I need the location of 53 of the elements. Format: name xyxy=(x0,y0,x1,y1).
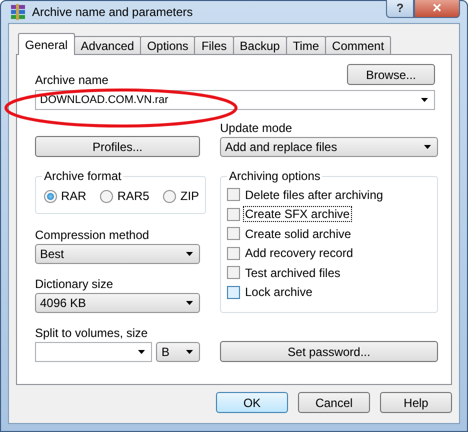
dialog-button[interactable]: Cancel xyxy=(298,392,370,413)
dropdown[interactable]: 4096 KB xyxy=(35,293,200,313)
caret-icon xyxy=(424,145,431,149)
checkbox[interactable] xyxy=(227,208,240,221)
dropdown[interactable]: Best xyxy=(35,244,200,264)
dialog-button[interactable]: Help xyxy=(380,392,452,413)
radio-button[interactable] xyxy=(44,190,57,202)
radio-label: RAR5 xyxy=(117,189,150,203)
checkbox-label: Delete files after archiving xyxy=(244,188,384,202)
radio-label: ZIP xyxy=(180,189,200,203)
books-icon xyxy=(10,4,26,20)
tab[interactable]: General xyxy=(18,33,75,55)
checkbox[interactable] xyxy=(227,266,240,280)
checkbox[interactable] xyxy=(227,227,240,240)
group-title: Archiving options xyxy=(228,169,322,183)
browse-button[interactable]: Browse... xyxy=(347,64,435,85)
set-password-button[interactable]: Set password... xyxy=(220,341,438,362)
tab[interactable]: Options xyxy=(140,36,196,55)
caret-icon xyxy=(421,98,428,102)
field-label: Update mode xyxy=(220,121,294,135)
dropdown[interactable]: Add and replace files xyxy=(220,137,438,157)
volume-size-field[interactable] xyxy=(35,342,152,362)
profiles-button[interactable]: Profiles... xyxy=(35,136,200,157)
checkbox[interactable] xyxy=(227,188,240,202)
tab[interactable]: Files xyxy=(194,36,234,55)
tab[interactable]: Time xyxy=(286,36,326,55)
caret-icon xyxy=(186,301,193,305)
checkbox-label: Test archived files xyxy=(244,266,342,280)
archive-name-field[interactable]: DOWNLOAD.COM.VN.rar xyxy=(35,90,435,110)
checkbox-label: Create SFX archive xyxy=(244,207,351,222)
tab[interactable]: Advanced xyxy=(74,36,142,55)
field-label: Dictionary size xyxy=(35,277,114,291)
caret-icon xyxy=(186,350,193,354)
checkbox-label: Lock archive xyxy=(244,285,314,300)
tab[interactable]: Comment xyxy=(325,36,392,55)
checkbox[interactable] xyxy=(227,246,240,260)
window-title: Archive name and parameters xyxy=(32,5,194,19)
checkbox[interactable] xyxy=(227,286,240,299)
radio-label: RAR xyxy=(61,189,86,203)
radio-button[interactable] xyxy=(100,190,114,202)
caret-icon xyxy=(138,350,146,354)
field-label: Archive name xyxy=(35,73,108,87)
radio-button[interactable] xyxy=(163,190,176,202)
checkbox-label: Create solid archive xyxy=(244,226,352,241)
field-label: Split to volumes, size xyxy=(35,326,149,340)
dialog-button[interactable]: OK xyxy=(216,392,288,413)
caret-icon xyxy=(186,252,193,256)
unit-dropdown[interactable]: B xyxy=(156,342,200,362)
help-button[interactable]: ? xyxy=(386,0,414,18)
checkbox-label: Add recovery record xyxy=(244,246,354,260)
tab[interactable]: Backup xyxy=(232,36,287,55)
group-title: Archive format xyxy=(43,169,122,183)
field-label: Compression method xyxy=(35,228,150,242)
